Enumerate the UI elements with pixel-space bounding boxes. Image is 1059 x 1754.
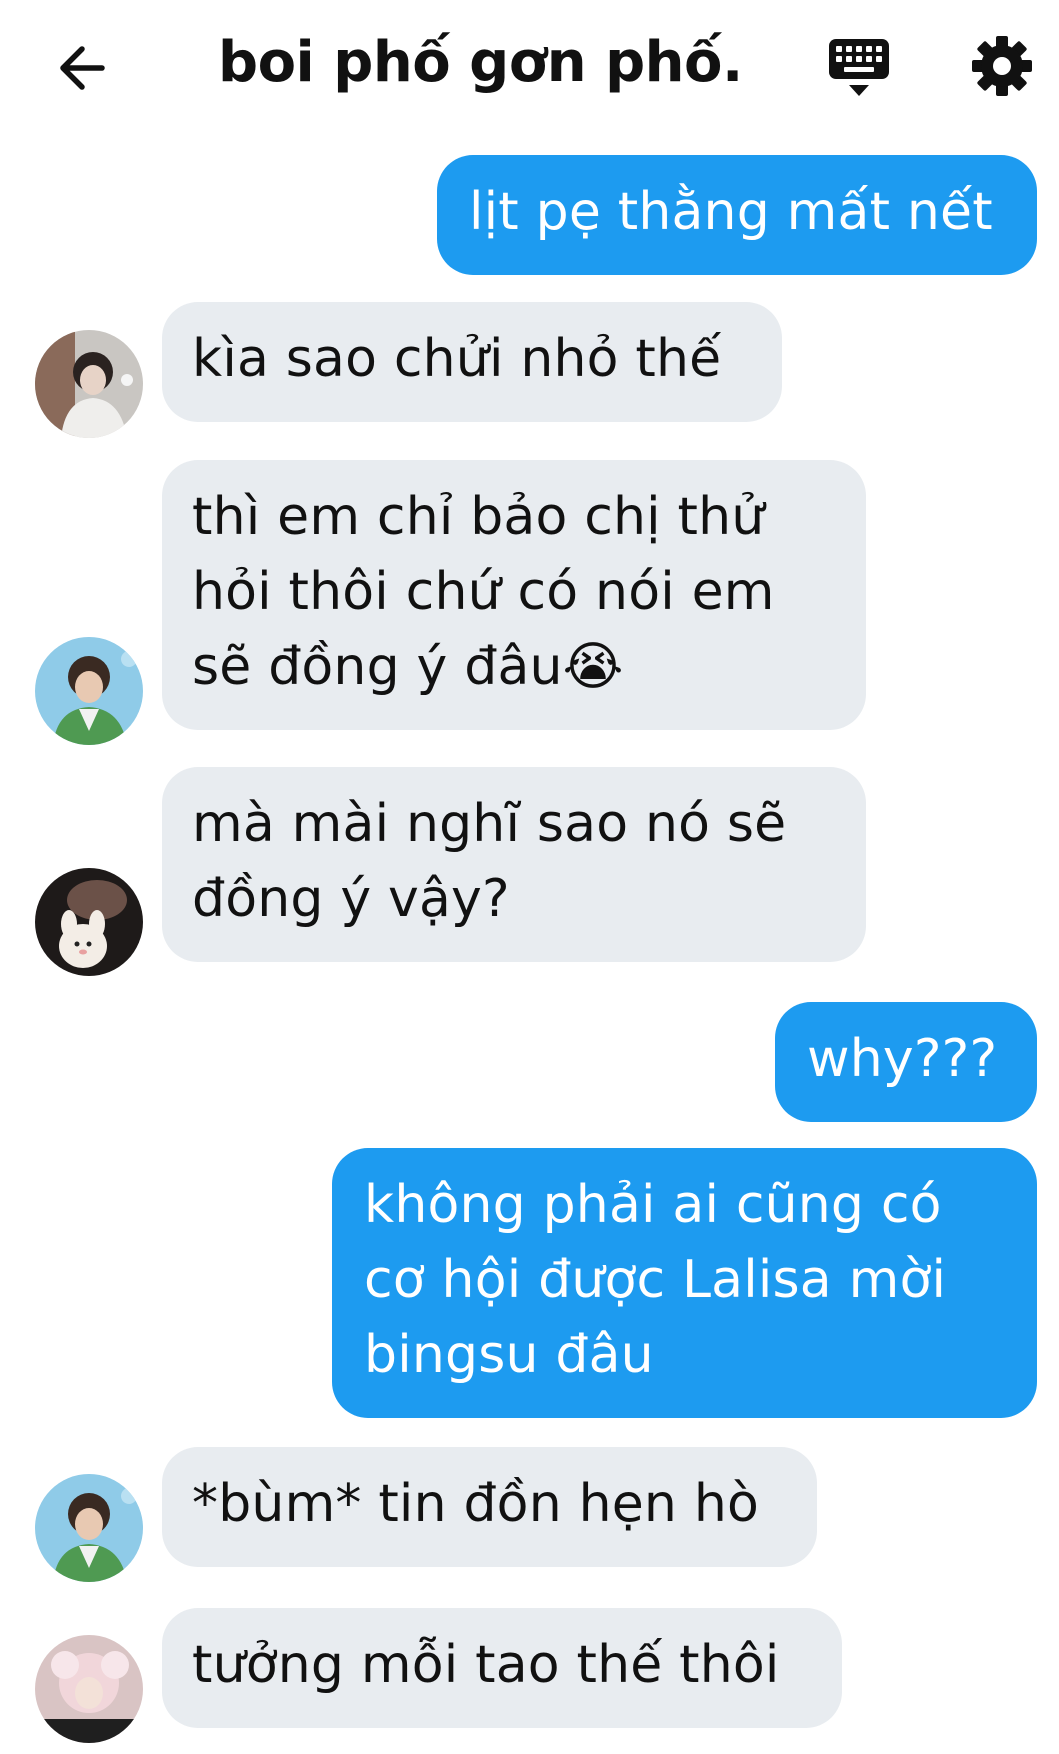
message-bubble-incoming[interactable]: thì em chỉ bảo chị thử hỏi thôi chứ có n… xyxy=(162,460,866,730)
arrow-left-icon xyxy=(60,46,105,90)
message-text: hỏi thôi chứ có nói em xyxy=(192,562,775,622)
message-bubble-incoming[interactable]: kìa sao chửi nhỏ thế xyxy=(162,302,782,422)
message-bubble-incoming[interactable]: *bùm* tin đồn hẹn hò xyxy=(162,1447,817,1567)
message-text: kìa sao chửi nhỏ thế xyxy=(192,329,722,389)
conversation-title[interactable]: boi phố gơn phố... xyxy=(218,30,738,95)
keyboard-button[interactable] xyxy=(826,36,892,100)
message-text: đồng ý vậy? xyxy=(192,869,510,929)
message-text: thì em chỉ bảo chị thử xyxy=(192,487,765,547)
chat-header: boi phố gơn phố... xyxy=(0,0,1059,140)
message-bubble-incoming[interactable]: mà mài nghĩ sao nó sẽ đồng ý vậy? xyxy=(162,767,866,962)
avatar[interactable] xyxy=(35,637,143,745)
message-bubble-outgoing[interactable]: why??? xyxy=(775,1002,1037,1122)
chat-screen: boi phố gơn phố... lịt pẹ thằng mất nết … xyxy=(0,0,1059,1754)
message-bubble-outgoing[interactable]: lịt pẹ thằng mất nết xyxy=(437,155,1037,275)
message-text: lịt pẹ thằng mất nết xyxy=(469,182,993,242)
message-text: cơ hội được Lalisa mời xyxy=(364,1250,947,1310)
back-button[interactable] xyxy=(52,38,116,98)
avatar[interactable] xyxy=(35,1474,143,1582)
settings-button[interactable] xyxy=(970,34,1034,98)
message-text: tưởng mỗi tao thế thôi xyxy=(192,1635,780,1695)
message-text: bingsu đâu xyxy=(364,1325,654,1385)
message-text: mà mài nghĩ sao nó sẽ xyxy=(192,794,787,854)
message-bubble-outgoing[interactable]: không phải ai cũng có cơ hội được Lalisa… xyxy=(332,1148,1037,1418)
message-text: không phải ai cũng có xyxy=(364,1175,942,1235)
message-text: *bùm* tin đồn hẹn hò xyxy=(192,1474,759,1534)
message-text: sẽ đồng ý đâu😭 xyxy=(192,637,624,697)
gear-icon xyxy=(972,36,1032,96)
avatar[interactable] xyxy=(35,1635,143,1743)
avatar[interactable] xyxy=(35,330,143,438)
avatar[interactable] xyxy=(35,868,143,976)
message-bubble-incoming[interactable]: tưởng mỗi tao thế thôi xyxy=(162,1608,842,1728)
message-text: why??? xyxy=(807,1029,998,1089)
keyboard-icon xyxy=(829,39,889,96)
